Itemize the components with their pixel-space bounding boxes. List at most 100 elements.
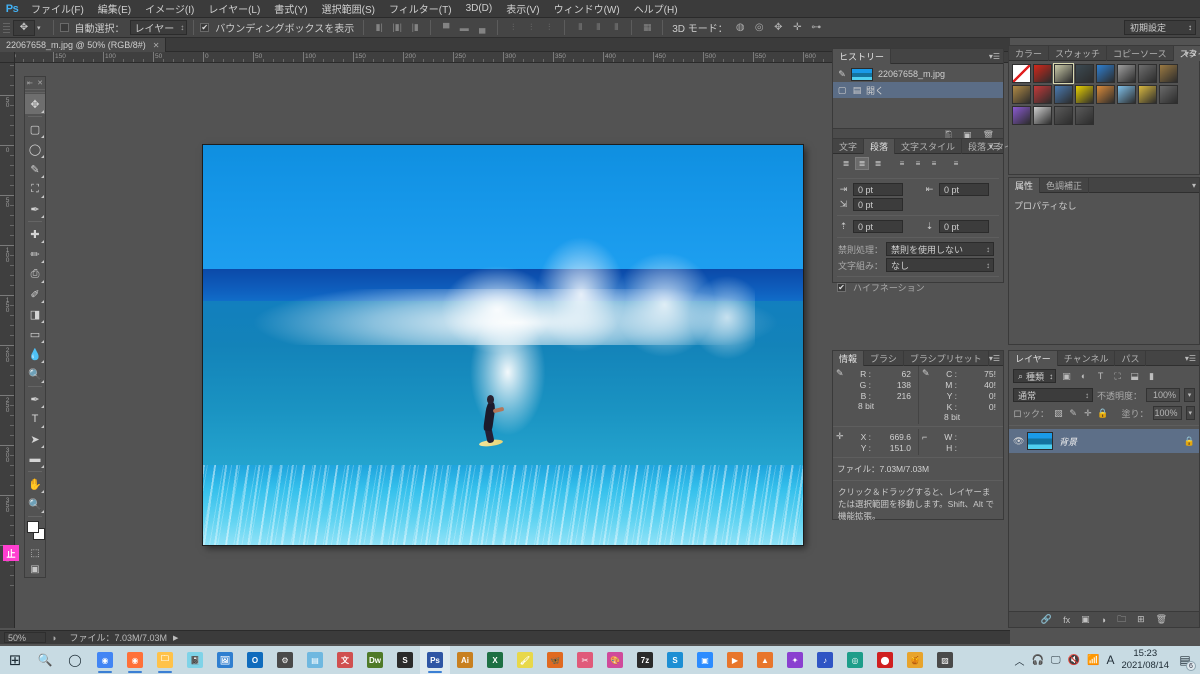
taskbar-app-dreamweaver[interactable]: Dw [360, 646, 390, 674]
info-panel-menu-icon[interactable]: ▾☰ [989, 354, 1000, 363]
workspace-switcher[interactable]: 初期設定 [1124, 20, 1196, 35]
menu-type[interactable]: 書式(Y) [267, 0, 314, 18]
taskbar-app-paint[interactable]: 🖌 [510, 646, 540, 674]
style-swatch[interactable] [1033, 106, 1052, 125]
display-icon[interactable]: 🖵 [1051, 655, 1061, 666]
tray-expand-chevron-icon[interactable]: ︿ [1014, 653, 1024, 668]
hand-tool[interactable]: ✋ [25, 474, 45, 494]
taskbar-app-photos[interactable]: 🖼 [210, 646, 240, 674]
pen-tool[interactable]: ✒ [25, 389, 45, 409]
dodge-tool[interactable]: 🔍 [25, 364, 45, 384]
status-menu-arrow-icon[interactable]: ▶ [173, 634, 178, 642]
layers-panel-menu-icon[interactable]: ▾☰ [1185, 354, 1196, 363]
history-snapshot-row[interactable]: ✎ 22067658_m.jpg [833, 66, 1003, 82]
taskbar-app-7zip[interactable]: 7z [630, 646, 660, 674]
tab-paths[interactable]: パス [1115, 351, 1147, 366]
menu-image[interactable]: イメージ(I) [138, 0, 201, 18]
taskbar-app-file-explorer[interactable]: 🗀 [150, 646, 180, 674]
options-bar-grip[interactable] [3, 20, 10, 35]
style-swatch[interactable] [1138, 85, 1157, 104]
filter-adjustment-icon[interactable]: ◐ [1077, 371, 1090, 381]
taskbar-app-translate[interactable]: 文 [330, 646, 360, 674]
cortana-icon[interactable]: ◯ [60, 646, 90, 674]
new-adjustment-layer-icon[interactable]: ◑ [1101, 615, 1106, 625]
history-state-row[interactable]: ▢ ▤ 開く [833, 82, 1003, 98]
tab-properties[interactable]: 属性 [1009, 178, 1041, 193]
taskbar-app-sublime[interactable]: S [390, 646, 420, 674]
tab-brush-presets[interactable]: ブラシプリセット [904, 351, 989, 366]
style-swatch[interactable] [1159, 85, 1178, 104]
align-right-edges-icon[interactable]: |▮ [407, 20, 423, 36]
style-swatch[interactable] [1117, 85, 1136, 104]
quick-selection-tool[interactable]: ✎ [25, 159, 45, 179]
tab-channels[interactable]: チャンネル [1058, 351, 1116, 366]
eraser-tool[interactable]: ◨ [25, 304, 45, 324]
add-layer-mask-icon[interactable]: ▣ [1081, 614, 1090, 625]
history-brush-tool[interactable]: ✐ [25, 284, 45, 304]
volume-mute-icon[interactable]: 🔇 [1068, 655, 1080, 666]
distribute-right-icon[interactable]: ⦀ [608, 20, 624, 36]
tab-paragraph[interactable]: 段落 [864, 139, 896, 154]
zoom-tool[interactable]: 🔍 [25, 494, 45, 514]
tools-collapse-icon[interactable]: ⇤ [27, 79, 33, 87]
zoom-level-input[interactable]: 50% [4, 632, 46, 643]
rectangular-marquee-tool[interactable]: ▢ [25, 119, 45, 139]
menu-select[interactable]: 選択範囲(S) [315, 0, 382, 18]
distribute-vcenter-icon[interactable]: ⫶ [523, 20, 539, 36]
foreground-color-swatch[interactable] [27, 521, 39, 533]
document-tab[interactable]: 22067658_m.jpg @ 50% (RGB/8#) ✕ [0, 38, 167, 52]
clock[interactable]: 15:23 2021/08/14 [1121, 648, 1169, 672]
taskbar-app-notepad[interactable]: ▨ [930, 646, 960, 674]
opacity-input[interactable]: 100% [1146, 388, 1180, 402]
tools-close-icon[interactable]: ✕ [37, 79, 43, 87]
move-tool[interactable]: ✥ [25, 94, 45, 114]
doc-size-icon[interactable]: ◑ [51, 633, 56, 643]
eyedropper-tool[interactable]: ✒ [25, 199, 45, 219]
align-right-button[interactable]: ≣ [871, 157, 885, 170]
color-swatches[interactable] [25, 519, 45, 545]
horizontal-type-tool[interactable]: T [25, 409, 45, 429]
taskbar-app-illustrator[interactable]: Ai [450, 646, 480, 674]
brush-tool[interactable]: ✏ [25, 244, 45, 264]
tab-history[interactable]: ヒストリー [833, 49, 892, 64]
taskbar-pink-app-icon[interactable]: 止 [3, 545, 19, 561]
indent-right-input[interactable]: 0 pt [939, 183, 989, 196]
menu-file[interactable]: ファイル(F) [24, 0, 91, 18]
crop-tool[interactable]: ⛶ [25, 179, 45, 199]
styles-panel-menu-icon[interactable]: ▾☰ [1185, 49, 1196, 58]
styles-panel[interactable]: カラー スウォッチ コピーソース スタイル ▾☰ [1008, 45, 1200, 175]
layer-thumbnail[interactable] [1027, 432, 1053, 450]
start-button[interactable]: ⊞ [0, 646, 30, 674]
style-swatch[interactable] [1117, 64, 1136, 83]
justify-all-button[interactable]: ≡ [949, 157, 963, 170]
taskbar-app-excel[interactable]: X [480, 646, 510, 674]
taskbar-app-butterfly-app[interactable]: 🦋 [540, 646, 570, 674]
taskbar-app-zoom[interactable]: ▣ [690, 646, 720, 674]
history-source-toggle-icon[interactable]: ▢ [836, 85, 848, 96]
style-swatch[interactable] [1096, 85, 1115, 104]
gradient-tool[interactable]: ▭ [25, 324, 45, 344]
style-swatch[interactable] [1159, 64, 1178, 83]
close-icon[interactable]: ✕ [153, 41, 160, 50]
opacity-slider-chevron-icon[interactable]: ▾ [1184, 388, 1195, 402]
tools-panel[interactable]: ⇤ ✕ ✥ ▢ ◯ ✎ ⛶ ✒ ✚ ✏ ⎙ ✐ ◨ ▭ 💧 🔍 ✒ T ➤ ▬ ✋ 🔍 ⬚ ▣ [24, 76, 46, 578]
wifi-icon[interactable]: 📶 [1087, 655, 1099, 666]
style-swatch[interactable] [1138, 64, 1157, 83]
taskbar-app-honey[interactable]: 🍯 [900, 646, 930, 674]
taskbar-app-notes[interactable]: 📓 [180, 646, 210, 674]
tool-preset-chevron-icon[interactable]: ▾ [37, 24, 41, 32]
align-vertical-centers-icon[interactable]: ▬ [456, 20, 472, 36]
lock-transparent-pixels-icon[interactable]: ▨ [1053, 408, 1064, 419]
quick-mask-icon[interactable]: ⬚ [25, 545, 45, 561]
taskbar-app-audio-editor[interactable]: ◎ [840, 646, 870, 674]
lasso-tool[interactable]: ◯ [25, 139, 45, 159]
style-swatch[interactable] [1012, 64, 1031, 83]
filter-type-icon[interactable]: T [1094, 371, 1107, 381]
auto-select-checkbox[interactable] [59, 23, 69, 32]
filter-shape-icon[interactable]: ⛶ [1111, 371, 1124, 382]
menu-window[interactable]: ウィンドウ(W) [547, 0, 627, 18]
mojikumi-dropdown[interactable]: なし [886, 258, 994, 272]
style-swatch[interactable] [1033, 64, 1052, 83]
drag-3d-icon[interactable]: ✥ [771, 20, 786, 35]
properties-panel-menu-icon[interactable]: ▾ [1192, 181, 1196, 190]
